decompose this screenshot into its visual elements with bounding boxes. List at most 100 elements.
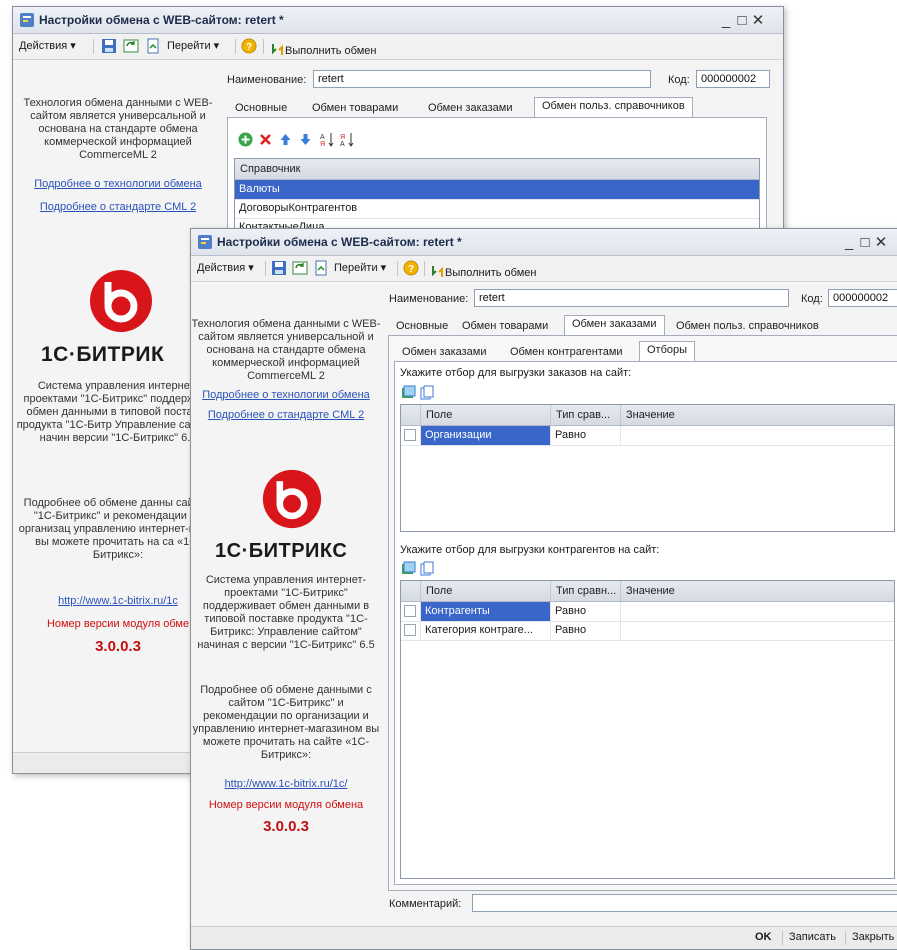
orders-filter-caption: Укажите отбор для выгрузки заказов на са… [400, 367, 632, 379]
toolbar-divider [397, 261, 398, 276]
cml-link[interactable]: Подробнее о стандарте CML 2 [13, 201, 223, 213]
filter-settings-icon[interactable] [401, 385, 416, 400]
name-field[interactable]: retert [313, 70, 651, 88]
tab-main[interactable]: Основные [227, 99, 295, 117]
bottom-bar: OK Записать Закрыть [191, 926, 897, 949]
column-header-compare[interactable]: Тип сравн... [551, 581, 621, 601]
tab-goods-exchange[interactable]: Обмен товарами [454, 317, 556, 335]
delete-icon[interactable] [258, 132, 273, 147]
svg-text:A: A [340, 141, 345, 147]
tab-main[interactable]: Основные [388, 317, 456, 335]
tech-link[interactable]: Подробнее о технологии обмена [13, 178, 223, 190]
left-info-panel: Технология обмена данными с WEB-сайтом я… [191, 282, 381, 927]
use-checkbox[interactable] [404, 605, 416, 617]
document-icon[interactable] [145, 38, 161, 54]
maximize-button[interactable]: □ [857, 234, 873, 251]
minimize-button[interactable]: _ [841, 234, 857, 251]
add-icon[interactable] [238, 132, 253, 147]
toolbar-divider [263, 39, 264, 54]
svg-text:?: ? [246, 42, 252, 53]
close-window-button[interactable]: ✕ [750, 11, 766, 29]
copy-icon[interactable] [420, 561, 435, 576]
column-header-value[interactable]: Значение [621, 405, 894, 425]
run-exchange-button[interactable]: Выполнить обмен [431, 261, 536, 279]
tab-orders-exchange[interactable]: Обмен заказами [420, 99, 521, 117]
bitrix-logo-text: 1С·БИТРИК [41, 343, 165, 366]
table-row[interactable]: Контрагенты Равно [401, 602, 894, 622]
filter-settings-icon[interactable] [401, 561, 416, 576]
cml-link[interactable]: Подробнее о стандарте CML 2 [191, 409, 381, 421]
code-field[interactable]: 000000002 [828, 289, 897, 307]
help-icon[interactable]: ? [241, 38, 257, 54]
column-header-field[interactable]: Поле [421, 581, 551, 601]
goto-menu[interactable]: Перейти ▾ [334, 261, 386, 274]
goto-menu[interactable]: Перейти ▾ [167, 39, 219, 52]
minimize-button[interactable]: _ [718, 12, 734, 29]
grid-header: Поле Тип сравн... Значение [401, 581, 894, 602]
app-icon [20, 13, 34, 27]
toolbar: Действия ▾ Перейти ▾ ? Выполнить обмен [13, 34, 783, 60]
run-exchange-button[interactable]: Выполнить обмен [271, 39, 376, 57]
help-icon[interactable]: ? [403, 260, 419, 276]
cell-value [621, 426, 894, 445]
tab-goods-exchange[interactable]: Обмен товарами [304, 99, 406, 117]
run-exchange-label: Выполнить обмен [445, 267, 537, 279]
column-header-catalog[interactable]: Справочник [235, 159, 759, 179]
grid-header: Поле Тип срав... Значение [401, 405, 894, 426]
ok-button[interactable]: OK [755, 931, 772, 943]
table-row[interactable]: Валюты [235, 180, 759, 200]
tab-orders-exchange[interactable]: Обмен заказами [564, 315, 665, 336]
sort-asc-icon[interactable]: AЯ [320, 132, 335, 147]
svg-text:Я: Я [340, 134, 345, 141]
subtab-filters[interactable]: Отборы [639, 341, 696, 362]
code-field[interactable]: 000000002 [696, 70, 770, 88]
bitrix-logo-icon [90, 270, 152, 332]
app-icon [198, 235, 212, 249]
column-header-value[interactable]: Значение [621, 581, 894, 601]
use-checkbox[interactable] [404, 429, 416, 441]
save-disk-icon[interactable] [101, 38, 117, 54]
sort-desc-icon[interactable]: ЯA [340, 132, 355, 147]
version-label: Номер версии модуля обмена [208, 799, 364, 811]
cell-field: Контрагенты [421, 602, 551, 621]
checkbox-column-header [401, 405, 421, 425]
copy-icon[interactable] [420, 385, 435, 400]
comment-field[interactable] [472, 894, 897, 912]
title-bar[interactable]: Настройки обмена с WEB-сайтом: retert * … [13, 7, 783, 34]
actions-menu[interactable]: Действия ▾ [19, 39, 76, 52]
move-up-icon[interactable] [278, 132, 293, 147]
close-window-button[interactable]: ✕ [873, 233, 889, 251]
table-row[interactable]: Организации Равно [401, 426, 894, 446]
use-cell [401, 426, 421, 445]
filters-panel: Укажите отбор для выгрузки заказов на са… [394, 361, 897, 885]
chevron-down-icon: ▾ [70, 40, 76, 52]
chevron-down-icon: ▾ [248, 262, 254, 274]
table-row[interactable]: ДоговорыКонтрагентов [235, 199, 759, 219]
maximize-button[interactable]: □ [734, 12, 750, 29]
column-header-compare[interactable]: Тип срав... [551, 405, 621, 425]
column-header-field[interactable]: Поле [421, 405, 551, 425]
save-button[interactable]: Записать [789, 931, 836, 943]
document-icon[interactable] [313, 260, 329, 276]
svg-text:A: A [320, 134, 325, 141]
system-description: Система управления интернет-проектами "1… [197, 574, 375, 651]
save-disk-icon[interactable] [271, 260, 287, 276]
checkbox-column-header [401, 581, 421, 601]
subtab-orders-exchange[interactable]: Обмен заказами [394, 343, 495, 361]
bitrix-url-link[interactable]: http://www.1c-bitrix.ru/1c/ [191, 778, 381, 790]
refresh-icon[interactable] [292, 260, 308, 276]
refresh-icon[interactable] [123, 38, 139, 54]
tab-custom-catalogs[interactable]: Обмен польз. справочников [534, 97, 693, 118]
close-button[interactable]: Закрыть [852, 931, 894, 943]
move-down-icon[interactable] [298, 132, 313, 147]
title-bar[interactable]: Настройки обмена с WEB-сайтом: retert * … [191, 229, 897, 256]
actions-menu[interactable]: Действия ▾ [197, 261, 254, 274]
subtab-contractors-exchange[interactable]: Обмен контрагентами [502, 343, 631, 361]
svg-text:?: ? [408, 264, 414, 275]
technology-description: Технология обмена данными с WEB-сайтом я… [23, 97, 213, 161]
tab-custom-catalogs[interactable]: Обмен польз. справочников [668, 317, 827, 335]
use-checkbox[interactable] [404, 624, 416, 636]
tech-link[interactable]: Подробнее о технологии обмена [191, 389, 381, 401]
name-field[interactable]: retert [474, 289, 789, 307]
table-row[interactable]: Категория контраге... Равно [401, 621, 894, 641]
